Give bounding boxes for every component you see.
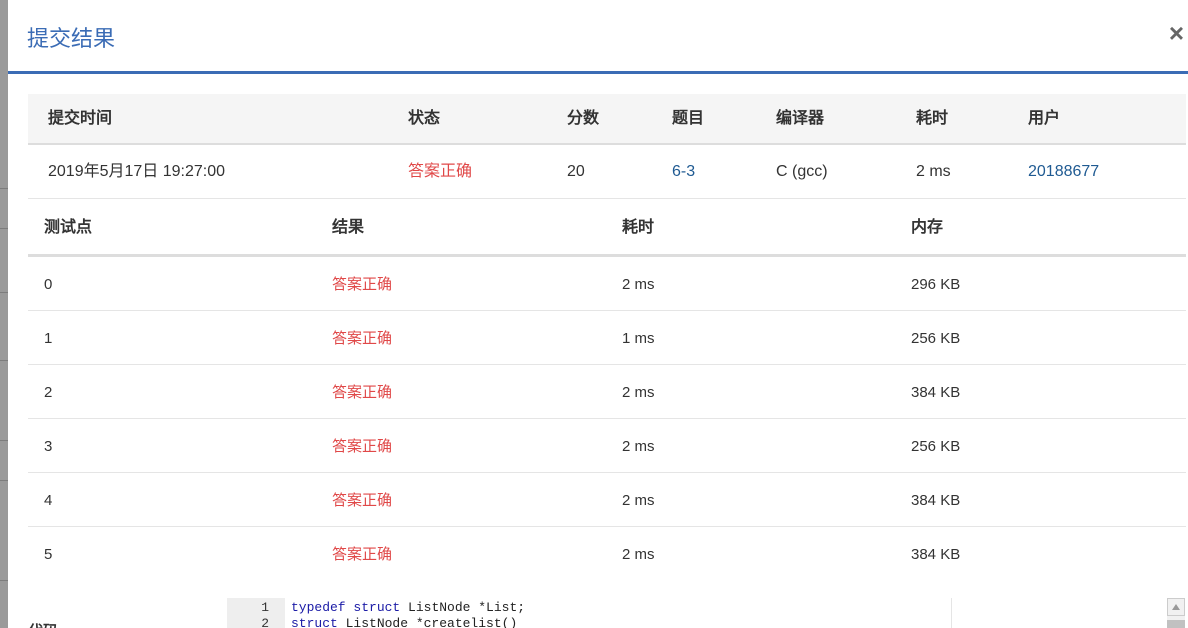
submission-result-dialog: 提交结果 × 提交时间 状态 分数 题目 编译器 耗时 用户 2019年5月17… <box>8 0 1188 628</box>
case-memory: 256 KB <box>911 330 961 347</box>
code-text: ListNode *List; <box>400 600 526 615</box>
score-value: 20 <box>567 163 585 180</box>
user-link[interactable]: 20188677 <box>1028 145 1099 198</box>
compiler-value: C (gcc) <box>776 163 828 180</box>
header-status: 状态 <box>408 110 441 127</box>
case-time: 2 ms <box>622 384 655 401</box>
line-number: 1 <box>261 600 269 615</box>
table-row: 2 答案正确 2 ms 384 KB <box>28 365 1186 419</box>
header-memory: 内存 <box>911 219 944 236</box>
code-line: typedef struct ListNode *List; <box>291 600 525 616</box>
case-result: 答案正确 <box>332 492 393 509</box>
header-user: 用户 <box>1028 110 1061 127</box>
summary-header-row: 提交时间 状态 分数 题目 编译器 耗时 用户 <box>28 94 1186 145</box>
dialog-title: 提交结果 <box>27 26 116 51</box>
dialog-header: 提交结果 × <box>8 0 1188 74</box>
code-line: struct ListNode *createlist() <box>291 616 517 628</box>
table-row: 0 答案正确 2 ms 296 KB <box>28 257 1186 311</box>
cases-header-row: 测试点 结果 耗时 内存 <box>28 200 1186 257</box>
case-time: 2 ms <box>622 492 655 509</box>
header-submit-time: 提交时间 <box>48 110 113 127</box>
case-result: 答案正确 <box>332 276 393 293</box>
header-compiler: 编译器 <box>776 110 825 127</box>
case-memory: 296 KB <box>911 276 961 293</box>
table-row: 4 答案正确 2 ms 384 KB <box>28 473 1186 527</box>
table-row: 5 答案正确 2 ms 384 KB <box>28 527 1186 580</box>
case-id: 5 <box>44 546 53 563</box>
case-memory: 384 KB <box>911 384 961 401</box>
code-keyword: struct <box>291 616 338 628</box>
case-memory: 256 KB <box>911 438 961 455</box>
case-id: 3 <box>44 438 53 455</box>
case-time: 1 ms <box>622 330 655 347</box>
duration-value: 2 ms <box>916 163 951 180</box>
case-result: 答案正确 <box>332 546 393 563</box>
code-label: 代码 <box>28 620 58 628</box>
case-id: 1 <box>44 330 53 347</box>
submission-summary-table: 提交时间 状态 分数 题目 编译器 耗时 用户 2019年5月17日 19:27… <box>28 94 1186 199</box>
header-score: 分数 <box>567 110 600 127</box>
code-viewer[interactable]: 1 typedef struct ListNode *List; 2 struc… <box>227 598 952 628</box>
code-text: ListNode *createlist() <box>337 616 518 628</box>
case-memory: 384 KB <box>911 492 961 509</box>
case-memory: 384 KB <box>911 546 961 563</box>
submit-time: 2019年5月17日 19:27:00 <box>48 163 226 180</box>
case-id: 2 <box>44 384 53 401</box>
header-test-case: 测试点 <box>44 219 93 236</box>
line-number: 2 <box>261 616 269 628</box>
code-keyword: typedef <box>291 600 346 615</box>
close-button[interactable]: × <box>1169 18 1184 48</box>
case-time: 2 ms <box>622 546 655 563</box>
table-row: 3 答案正确 2 ms 256 KB <box>28 419 1186 473</box>
scroll-thumb[interactable] <box>1167 620 1185 628</box>
code-keyword: struct <box>353 600 401 615</box>
status-text: 答案正确 <box>408 163 473 180</box>
table-row: 1 答案正确 1 ms 256 KB <box>28 311 1186 365</box>
case-result: 答案正确 <box>332 384 393 401</box>
case-time: 2 ms <box>622 276 655 293</box>
header-duration: 耗时 <box>916 110 949 127</box>
problem-link[interactable]: 6-3 <box>672 145 695 198</box>
case-result: 答案正确 <box>332 438 393 455</box>
case-time: 2 ms <box>622 438 655 455</box>
scroll-up-arrow-icon[interactable] <box>1167 598 1185 616</box>
header-result: 结果 <box>332 219 365 236</box>
case-result: 答案正确 <box>332 330 393 347</box>
header-problem: 题目 <box>672 110 705 127</box>
test-cases-table: 测试点 结果 耗时 内存 0 答案正确 2 ms 296 KB 1 答案正确 1… <box>28 200 1186 580</box>
scrollbar[interactable] <box>1167 598 1185 628</box>
header-time: 耗时 <box>622 219 655 236</box>
summary-data-row: 2019年5月17日 19:27:00 答案正确 20 6-3 C (gcc) … <box>28 145 1186 199</box>
case-id: 4 <box>44 492 53 509</box>
case-id: 0 <box>44 276 53 293</box>
